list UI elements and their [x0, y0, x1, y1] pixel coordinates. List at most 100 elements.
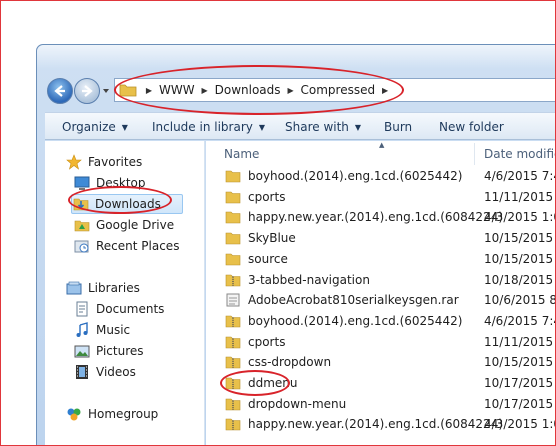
libraries-icon: [66, 281, 82, 295]
zip-folder-icon: [225, 335, 241, 349]
column-divider[interactable]: [474, 143, 475, 165]
file-row[interactable]: happy.new.year.(2014).eng.1cd.(6084224) 4…: [206, 208, 556, 229]
nav-recent-places[interactable]: Recent Places: [73, 236, 179, 256]
folder-icon: [119, 84, 137, 97]
nav-documents-label: Documents: [96, 302, 165, 316]
new-folder-button[interactable]: New folder: [439, 120, 504, 134]
sort-ascending-icon: ▲: [379, 141, 385, 149]
include-in-library-label: Include in library: [152, 120, 253, 134]
nav-downloads[interactable]: Downloads: [71, 194, 183, 214]
file-row[interactable]: AdobeAcrobat810serialkeysgen.rar 10/6/201…: [206, 291, 556, 312]
forward-button[interactable]: [74, 78, 100, 104]
file-name: source: [248, 251, 288, 266]
folder-icon: [225, 169, 241, 183]
zip-folder-icon: [225, 397, 241, 411]
nav-music[interactable]: Music: [73, 320, 130, 340]
file-list: ▲ Name Date modified boyhood.(2014).eng.…: [206, 141, 556, 446]
file-name: SkyBlue: [248, 231, 296, 246]
explorer-window: ▶ WWW ▶ Downloads ▶ Compressed ▶ Organiz…: [36, 44, 556, 446]
nav-videos[interactable]: Videos: [73, 362, 136, 382]
file-name: dropdown-menu: [248, 396, 347, 411]
file-row[interactable]: cports 11/11/2015 8: [206, 188, 556, 209]
address-bar[interactable]: ▶ WWW ▶ Downloads ▶ Compressed ▶: [114, 78, 556, 102]
nav-desktop[interactable]: Desktop: [73, 173, 146, 193]
breadcrumb-compressed[interactable]: Compressed: [297, 83, 380, 97]
file-name: cports: [248, 334, 286, 349]
file-name: boyhood.(2014).eng.1cd.(6025442): [248, 313, 463, 328]
file-name: AdobeAcrobat810serialkeysgen.rar: [248, 293, 459, 308]
file-name: cports: [248, 189, 286, 204]
file-date: 10/15/2015 8: [484, 251, 556, 266]
nav-downloads-label: Downloads: [95, 197, 161, 211]
include-in-library-button[interactable]: Include in library ▼: [152, 120, 265, 134]
nav-google-drive-label: Google Drive: [96, 218, 175, 232]
nav-recent-places-label: Recent Places: [96, 239, 180, 253]
nav-documents[interactable]: Documents: [73, 299, 164, 319]
nav-music-label: Music: [96, 323, 131, 337]
nav-homegroup[interactable]: Homegroup: [65, 404, 158, 424]
folder-icon: [225, 231, 241, 245]
file-row[interactable]: css-dropdown 10/15/2015 8: [206, 353, 556, 374]
organize-label: Organize: [62, 120, 116, 134]
nav-pictures[interactable]: Pictures: [73, 341, 144, 361]
forward-arrow-icon: [82, 85, 93, 97]
nav-pictures-label: Pictures: [96, 344, 144, 358]
file-row[interactable]: boyhood.(2014).eng.1cd.(6025442) 4/6/2015…: [206, 167, 556, 188]
rar-file-icon: [225, 293, 241, 307]
zip-folder-icon: [225, 417, 241, 431]
file-name: boyhood.(2014).eng.1cd.(6025442): [248, 169, 463, 183]
folder-icon: [225, 190, 241, 204]
file-row[interactable]: dropdown-menu 10/17/2015 8: [206, 395, 556, 416]
nav-libraries-label: Libraries: [88, 281, 140, 295]
file-date: 4/3/2015 1:07: [484, 210, 556, 225]
organize-button[interactable]: Organize ▼: [62, 120, 128, 134]
recent-pages-dropdown-icon[interactable]: [102, 87, 110, 95]
nav-libraries[interactable]: Libraries: [65, 278, 140, 298]
file-name: ddmenu: [248, 376, 298, 390]
breadcrumb-separator-icon[interactable]: ▶: [143, 86, 155, 95]
file-name: 3-tabbed-navigation: [248, 272, 370, 287]
burn-button[interactable]: Burn: [384, 120, 412, 134]
nav-favorites-label: Favorites: [88, 155, 143, 169]
nav-google-drive[interactable]: Google Drive: [73, 215, 174, 235]
file-row[interactable]: happy.new.year.(2014).eng.1cd.(6084224) 4…: [206, 415, 556, 436]
file-row[interactable]: 3-tabbed-navigation 10/18/2015 3: [206, 271, 556, 292]
file-row[interactable]: SkyBlue 10/15/2015 8: [206, 229, 556, 250]
folder-icon: [225, 252, 241, 266]
breadcrumb-separator-icon[interactable]: ▶: [285, 86, 297, 95]
breadcrumb-separator-icon[interactable]: ▶: [199, 86, 211, 95]
file-name: happy.new.year.(2014).eng.1cd.(6084224): [248, 417, 504, 432]
chevron-down-icon: ▼: [121, 122, 128, 132]
chevron-down-icon: ▼: [258, 122, 266, 132]
chevron-down-icon: ▼: [354, 122, 362, 132]
file-name: happy.new.year.(2014).eng.1cd.(6084224): [248, 210, 504, 225]
file-row[interactable]: cports 11/11/2015 8: [206, 333, 556, 354]
file-date: 10/15/2015 8: [484, 355, 556, 370]
file-date: 10/6/2015 8:3: [484, 293, 556, 308]
breadcrumb-downloads[interactable]: Downloads: [211, 83, 285, 97]
column-name[interactable]: Name: [224, 147, 259, 161]
google-drive-icon: [74, 220, 90, 232]
burn-label: Burn: [384, 120, 413, 134]
file-row[interactable]: source 10/15/2015 8: [206, 250, 556, 271]
file-row[interactable]: boyhood.(2014).eng.1cd.(6025442) 4/6/2015…: [206, 312, 556, 333]
videos-icon: [76, 365, 88, 379]
file-date: 10/17/2015 8: [484, 396, 556, 411]
file-row[interactable]: ddmenu 10/17/2015 8: [206, 374, 556, 395]
file-date: 11/11/2015 8: [484, 334, 556, 349]
file-date: 10/15/2015 8: [484, 231, 556, 246]
music-icon: [76, 322, 88, 337]
nav-videos-label: Videos: [96, 365, 136, 379]
column-date-modified[interactable]: Date modified: [484, 147, 556, 161]
folder-icon: [225, 210, 241, 224]
back-button[interactable]: [47, 78, 73, 104]
breadcrumb-www[interactable]: WWW: [155, 83, 199, 97]
zip-folder-icon: [225, 314, 241, 328]
documents-icon: [76, 301, 88, 317]
share-with-button[interactable]: Share with ▼: [285, 120, 361, 134]
desktop-icon: [74, 176, 90, 190]
nav-desktop-label: Desktop: [96, 176, 146, 190]
breadcrumb-separator-icon[interactable]: ▶: [379, 86, 391, 95]
pictures-icon: [74, 345, 90, 358]
nav-favorites[interactable]: Favorites: [65, 152, 142, 172]
